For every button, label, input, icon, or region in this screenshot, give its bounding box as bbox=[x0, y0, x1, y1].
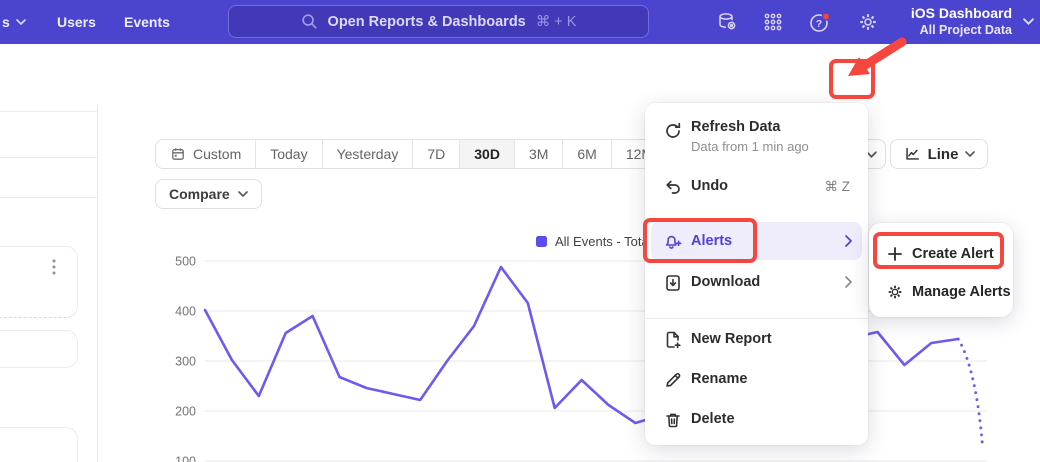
submenu-item-create-alert[interactable]: Create Alert bbox=[869, 237, 1013, 271]
plus-icon bbox=[886, 245, 904, 263]
more-options-menu: Refresh Data Data from 1 min ago Undo ⌘ … bbox=[645, 103, 868, 445]
app-window: 500 400 300 200 100 All Events - Total s Use… bbox=[0, 0, 1040, 462]
pencil-icon bbox=[663, 370, 683, 390]
gear-icon bbox=[886, 283, 904, 301]
date-range-custom[interactable]: Custom bbox=[156, 140, 255, 168]
chevron-down-icon bbox=[238, 191, 248, 197]
menu-divider bbox=[645, 318, 868, 319]
date-range-6m[interactable]: 6M bbox=[562, 140, 610, 168]
data-management-icon[interactable] bbox=[716, 11, 738, 33]
line-chart-icon bbox=[903, 145, 921, 163]
nav-item-partial[interactable]: s bbox=[2, 0, 26, 44]
document-plus-icon bbox=[663, 330, 683, 350]
search-placeholder: Open Reports & Dashboards bbox=[328, 14, 526, 30]
menu-item-refresh-data[interactable]: Refresh Data Data from 1 min ago bbox=[645, 117, 868, 161]
svg-text:300: 300 bbox=[175, 355, 196, 369]
alerts-submenu: Create Alert Manage Alerts bbox=[869, 223, 1013, 317]
svg-text:500: 500 bbox=[175, 255, 196, 269]
chevron-down-icon bbox=[965, 151, 975, 157]
search-input[interactable]: Open Reports & Dashboards ⌘ + K bbox=[228, 5, 649, 38]
menu-item-delete[interactable]: Delete bbox=[645, 409, 868, 433]
calendar-icon bbox=[170, 146, 186, 162]
svg-text:?: ? bbox=[816, 18, 822, 30]
gear-icon[interactable] bbox=[857, 11, 879, 33]
chevron-right-icon bbox=[845, 275, 852, 293]
chevron-down-icon bbox=[1023, 18, 1034, 25]
kebab-menu-icon[interactable] bbox=[47, 257, 61, 277]
svg-text:400: 400 bbox=[175, 305, 196, 319]
project-name: All Project Data bbox=[911, 23, 1012, 38]
nav-item-users[interactable]: Users bbox=[57, 0, 96, 44]
menu-item-alerts[interactable]: Alerts bbox=[645, 231, 868, 255]
top-navbar: s Users Events Open Reports & Dashboards… bbox=[0, 0, 1040, 44]
sidebar-row-divider bbox=[0, 197, 97, 198]
menu-item-new-report[interactable]: New Report bbox=[645, 329, 868, 353]
sidebar-divider bbox=[97, 104, 98, 462]
report-header bbox=[0, 44, 1040, 104]
menu-item-undo[interactable]: Undo ⌘ Z bbox=[645, 176, 868, 200]
svg-text:100: 100 bbox=[175, 455, 196, 462]
legend-swatch bbox=[536, 236, 547, 247]
search-shortcut: ⌘ + K bbox=[536, 14, 577, 30]
submenu-item-manage-alerts[interactable]: Manage Alerts bbox=[869, 275, 1013, 309]
chart-legend: All Events - Total bbox=[536, 234, 652, 249]
sidebar-row-divider bbox=[0, 157, 97, 158]
date-range-7d[interactable]: 7D bbox=[412, 140, 459, 168]
help-icon[interactable]: ? bbox=[808, 11, 830, 33]
trash-icon bbox=[663, 410, 683, 430]
undo-icon bbox=[663, 177, 683, 197]
sidebar-card[interactable] bbox=[0, 427, 78, 462]
menu-item-download[interactable]: Download bbox=[645, 272, 868, 296]
date-range-30d[interactable]: 30D bbox=[459, 140, 514, 168]
chart-type-button[interactable]: Line bbox=[890, 139, 988, 169]
svg-text:200: 200 bbox=[175, 405, 196, 419]
dashboard-name: iOS Dashboard bbox=[911, 4, 1012, 23]
menu-item-rename[interactable]: Rename bbox=[645, 369, 868, 393]
apps-grid-icon[interactable] bbox=[762, 11, 784, 33]
date-range-control: Custom Today Yesterday 7D 30D 3M 6M 12M bbox=[155, 139, 668, 169]
search-icon bbox=[301, 13, 318, 30]
legend-label: All Events - Total bbox=[555, 234, 652, 249]
refresh-icon bbox=[663, 121, 683, 141]
project-switcher[interactable]: iOS Dashboard All Project Data bbox=[911, 4, 1012, 38]
compare-button[interactable]: Compare bbox=[155, 179, 262, 209]
sidebar-row-divider bbox=[0, 111, 97, 112]
bell-plus-icon bbox=[663, 232, 683, 252]
date-range-yesterday[interactable]: Yesterday bbox=[322, 140, 413, 168]
nav-item-events[interactable]: Events bbox=[124, 0, 170, 44]
download-icon bbox=[663, 273, 683, 293]
chevron-down-icon bbox=[16, 19, 26, 25]
chevron-right-icon bbox=[845, 234, 852, 252]
date-range-today[interactable]: Today bbox=[255, 140, 321, 168]
date-range-3m[interactable]: 3M bbox=[514, 140, 562, 168]
sidebar-card[interactable] bbox=[0, 330, 78, 368]
sidebar-card[interactable] bbox=[0, 246, 78, 318]
